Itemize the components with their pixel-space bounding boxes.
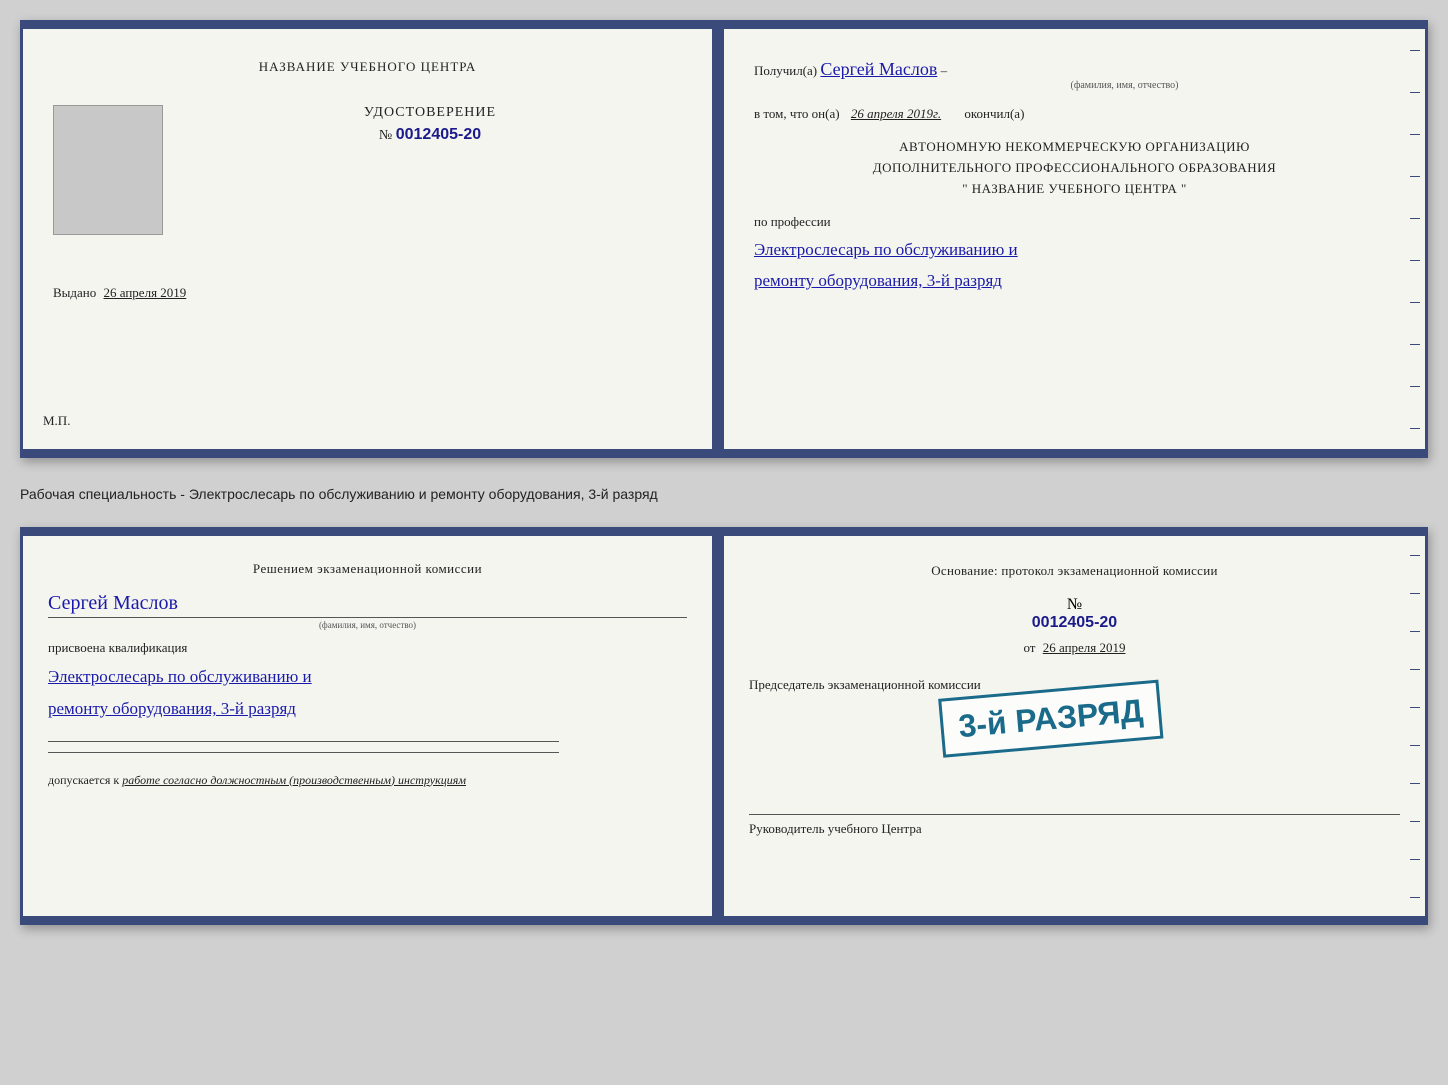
rukovoditel-label: Руководитель учебного Центра [749,814,1400,838]
deco2-line-4 [1410,669,1420,670]
deco-line-1 [1410,50,1420,51]
ot-line: от 26 апреля 2019 [749,640,1400,656]
poluchil-label: Получил(а) [754,63,817,78]
left-header: НАЗВАНИЕ УЧЕБНОГО ЦЕНТРА [53,59,682,75]
mp-label: М.П. [43,413,70,429]
deco-line-9 [1410,386,1420,387]
vydano-line: Выдано 26 апреля 2019 [53,285,682,301]
dopusk-value: работе согласно должностным (производств… [122,773,466,787]
deco-line-7 [1410,302,1420,303]
deco-line-8 [1410,344,1420,345]
okonchil-label: окончил(а) [964,106,1024,121]
fio-subtitle: (фамилия, имя, отчество) [854,80,1395,91]
dopuskaetsya-section: допускается к работе согласно должностны… [48,773,687,788]
book2-right-page: 3-й РАЗРЯД Основание: протокол экзаменац… [724,536,1425,916]
dash-separator: – [941,63,948,78]
deco-line-2 [1410,92,1420,93]
book1-right-page: Получил(а) Сергей Маслов – (фамилия, имя… [724,29,1425,449]
photo-placeholder [53,105,163,235]
deco2-line-6 [1410,745,1420,746]
ot-prefix: от [1023,640,1035,655]
protocol-number: 0012405-20 [749,614,1400,632]
prisvoena-label: присвоена квалификация [48,640,687,656]
po-professii-label: по профессии [754,214,1395,230]
number-prefix: № [379,128,392,143]
deco2-line-2 [1410,593,1420,594]
deco2-line-3 [1410,631,1420,632]
deco-line-10 [1410,428,1420,429]
right-side-decoration [1410,29,1422,449]
person-name-block: Сергей Маслов (фамилия, имя, отчество) [48,592,687,630]
profession-line-1: Электрослесарь по обслуживанию и [754,240,1018,259]
book1-left-page: НАЗВАНИЕ УЧЕБНОГО ЦЕНТРА УДОСТОВЕРЕНИЕ №… [23,29,724,449]
vydano-date: 26 апреля 2019 [104,285,187,300]
deco2-line-9 [1410,859,1420,860]
book2-left-page: Решением экзаменационной комиссии Сергей… [23,536,724,916]
between-section: Рабочая специальность - Электрослесарь п… [20,478,1428,507]
deco2-line-8 [1410,821,1420,822]
protocol-prefix: № [1067,596,1082,613]
qual-line-2: ремонту оборудования, 3-й разряд [48,699,296,718]
cert-number-line: № 0012405-20 [178,126,682,144]
dopuskaetsya-label: допускается к [48,773,119,787]
deco2-line-5 [1410,707,1420,708]
organization-block: АВТОНОМНУЮ НЕКОММЕРЧЕСКУЮ ОРГАНИЗАЦИЮ ДО… [754,137,1395,199]
org-line-1: АВТОНОМНУЮ НЕКОММЕРЧЕСКУЮ ОРГАНИЗАЦИЮ [754,137,1395,158]
certificate-book-1: НАЗВАНИЕ УЧЕБНОГО ЦЕНТРА УДОСТОВЕРЕНИЕ №… [20,20,1428,458]
qualification-value: Электрослесарь по обслуживанию и ремонту… [48,661,687,726]
deco-line-4 [1410,176,1420,177]
org-line-3: " НАЗВАНИЕ УЧЕБНОГО ЦЕНТРА " [754,179,1395,200]
resheniem-header: Решением экзаменационной комиссии [48,561,687,577]
udostoverenie-text: УДОСТОВЕРЕНИЕ № 0012405-20 [178,105,682,144]
rukovoditel-block: Руководитель учебного Центра [749,814,1400,838]
page-container: НАЗВАНИЕ УЧЕБНОГО ЦЕНТРА УДОСТОВЕРЕНИЕ №… [20,20,1428,925]
ot-date: 26 апреля 2019 [1043,640,1126,655]
deco-line-3 [1410,134,1420,135]
signature-line-2 [48,752,559,753]
received-line: Получил(а) Сергей Маслов – (фамилия, имя… [754,59,1395,91]
deco2-line-1 [1410,555,1420,556]
profession-value: Электрослесарь по обслуживанию и ремонту… [754,235,1395,296]
book-bottom-border [23,449,1425,455]
qual-line-1: Электрослесарь по обслуживанию и [48,667,312,686]
protocol-number-line: № 0012405-20 [749,596,1400,632]
vtom-date: 26 апреля 2019г. [851,106,941,121]
deco-line-6 [1410,260,1420,261]
person-name-cursive: Сергей Маслов [48,592,687,618]
stamp-text: 3-й РАЗРЯД [957,692,1144,744]
right-side-decoration-2 [1410,536,1422,916]
deco2-line-10 [1410,897,1420,898]
udostoverenie-section: УДОСТОВЕРЕНИЕ № 0012405-20 [53,105,682,235]
signature-line-1 [48,741,559,742]
deco2-line-7 [1410,783,1420,784]
certificate-book-2: Решением экзаменационной комиссии Сергей… [20,527,1428,925]
deco-line-5 [1410,218,1420,219]
osnovanie-header: Основание: протокол экзаменационной коми… [749,561,1400,581]
vtom-label: в том, что он(а) [754,106,840,121]
udostoverenie-label: УДОСТОВЕРЕНИЕ [178,105,682,121]
profession-line-2: ремонту оборудования, 3-й разряд [754,271,1002,290]
book2-bottom-border [23,916,1425,922]
vtom-line: в том, что он(а) 26 апреля 2019г. окончи… [754,106,1395,122]
recipient-name: Сергей Маслов [820,59,937,79]
vydano-label: Выдано [53,285,96,300]
cert-number: 0012405-20 [396,126,481,143]
fio-subtitle-2: (фамилия, имя, отчество) [48,620,687,630]
org-line-2: ДОПОЛНИТЕЛЬНОГО ПРОФЕССИОНАЛЬНОГО ОБРАЗО… [754,158,1395,179]
